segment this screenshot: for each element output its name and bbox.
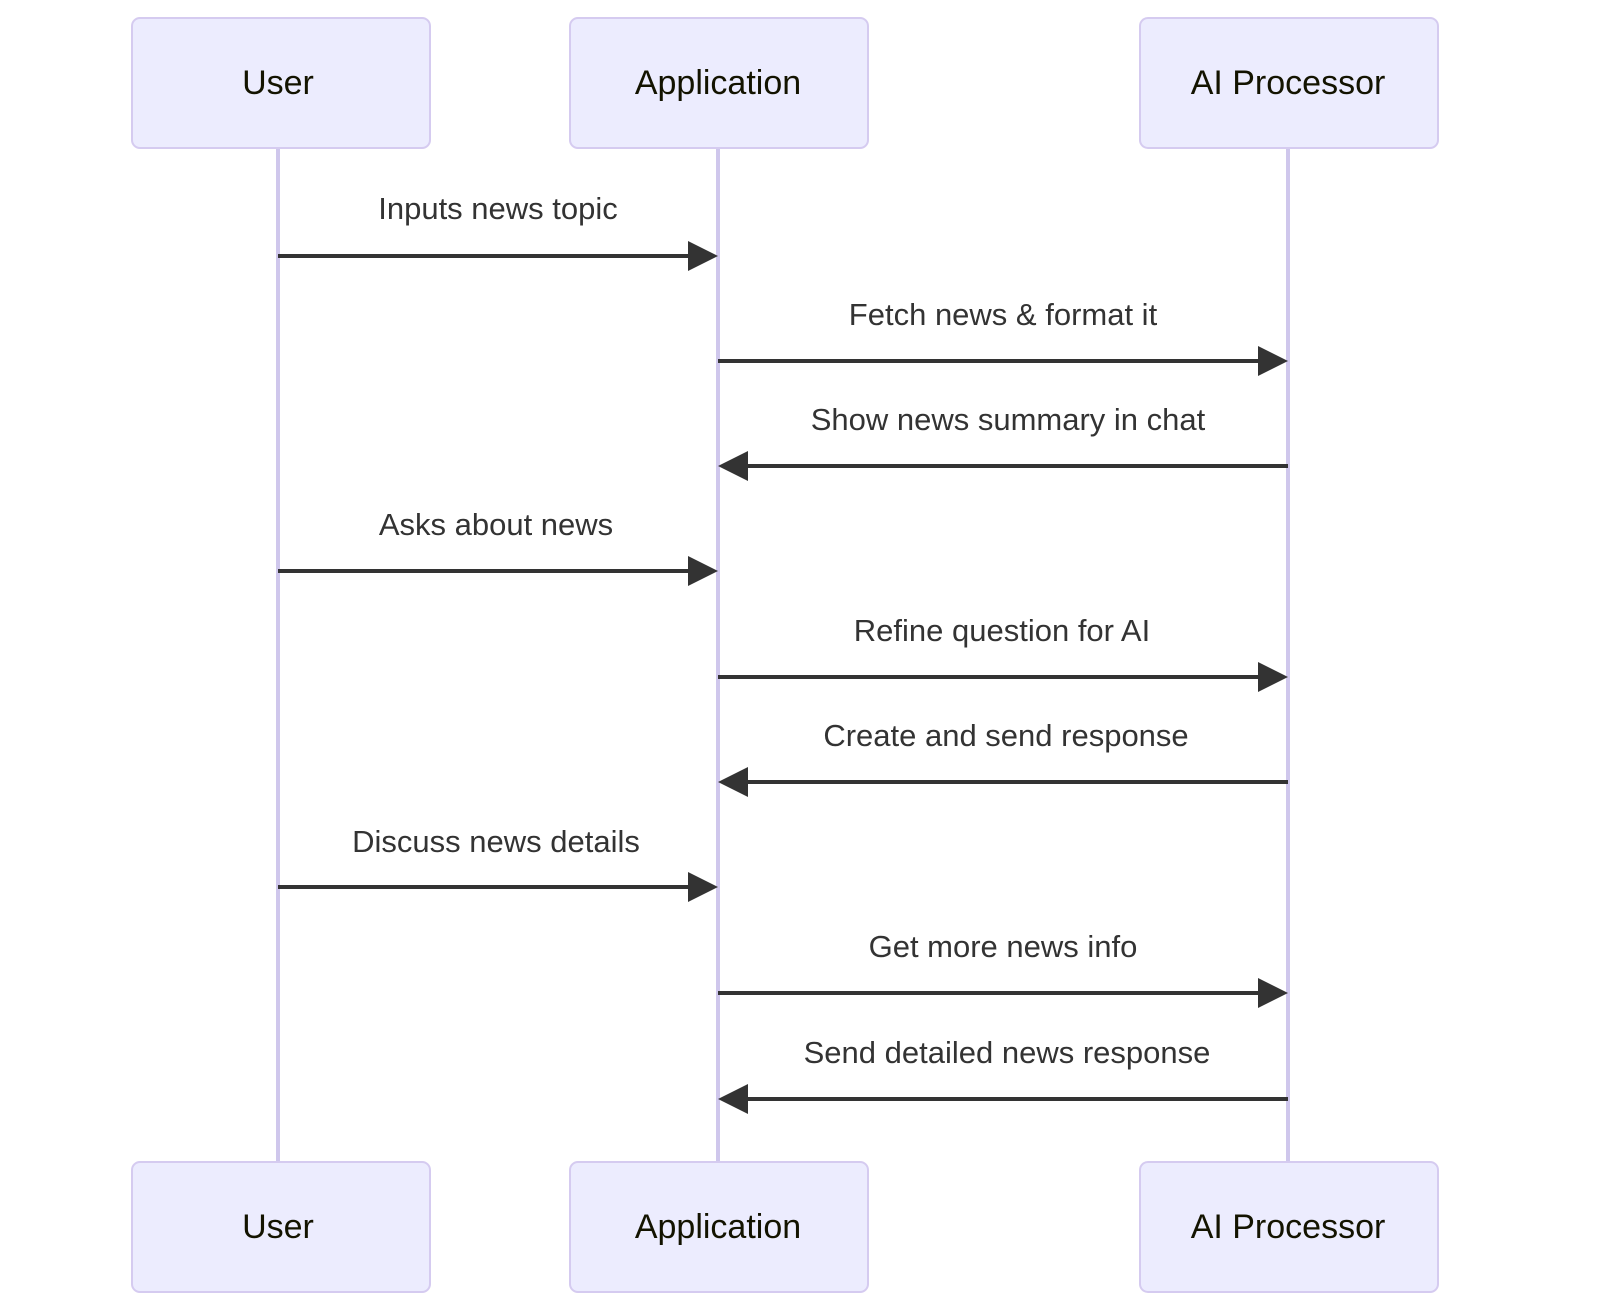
- actor-boxes-bottom: User Application AI Processor: [131, 1161, 1439, 1293]
- message-6: Create and send response: [718, 718, 1288, 797]
- actor-label-ai_processor-top: AI Processor: [1191, 64, 1386, 102]
- actor-label-application-top: Application: [635, 64, 801, 102]
- message-arrowhead-8: [1258, 978, 1288, 1008]
- sequence-diagram-svg: Inputs news topic Fetch news & format it S…: [131, 17, 1439, 1293]
- message-label-3: Show news summary in chat: [811, 402, 1206, 437]
- message-3: Show news summary in chat: [718, 402, 1288, 481]
- message-4: Asks about news: [278, 507, 718, 586]
- messages-group: Inputs news topic Fetch news & format it S…: [278, 191, 1288, 1114]
- message-arrowhead-1: [688, 241, 718, 271]
- message-7: Discuss news details: [278, 824, 718, 902]
- message-label-4: Asks about news: [379, 507, 613, 542]
- message-label-8: Get more news info: [869, 929, 1138, 964]
- message-9: Send detailed news response: [718, 1035, 1288, 1114]
- message-label-9: Send detailed news response: [804, 1035, 1211, 1070]
- message-8: Get more news info: [718, 929, 1288, 1008]
- actor-application-bottom[interactable]: Application: [569, 1161, 869, 1293]
- message-arrowhead-2: [1258, 346, 1288, 376]
- message-arrowhead-3: [718, 451, 748, 481]
- actor-label-ai_processor-bottom: AI Processor: [1191, 1208, 1386, 1246]
- actor-application-top[interactable]: Application: [569, 17, 869, 149]
- message-label-1: Inputs news topic: [378, 191, 618, 226]
- actor-ai_processor-bottom[interactable]: AI Processor: [1139, 1161, 1439, 1293]
- message-label-6: Create and send response: [823, 718, 1188, 753]
- message-label-2: Fetch news & format it: [849, 297, 1158, 332]
- message-arrowhead-7: [688, 872, 718, 902]
- message-arrowhead-6: [718, 767, 748, 797]
- actor-label-user-top: User: [242, 64, 314, 102]
- message-1: Inputs news topic: [278, 191, 718, 271]
- message-label-7: Discuss news details: [352, 824, 640, 859]
- actor-ai_processor-top[interactable]: AI Processor: [1139, 17, 1439, 149]
- actor-label-application-bottom: Application: [635, 1208, 801, 1246]
- message-arrowhead-4: [688, 556, 718, 586]
- message-arrowhead-9: [718, 1084, 748, 1114]
- actor-user-bottom[interactable]: User: [131, 1161, 431, 1293]
- message-2: Fetch news & format it: [718, 297, 1288, 376]
- actor-label-user-bottom: User: [242, 1208, 314, 1246]
- actor-boxes-top: User Application AI Processor: [131, 17, 1439, 149]
- sequence-diagram-canvas: Inputs news topic Fetch news & format it S…: [0, 0, 1600, 1314]
- message-arrowhead-5: [1258, 662, 1288, 692]
- actor-user-top[interactable]: User: [131, 17, 431, 149]
- message-5: Refine question for AI: [718, 613, 1288, 692]
- message-label-5: Refine question for AI: [854, 613, 1150, 648]
